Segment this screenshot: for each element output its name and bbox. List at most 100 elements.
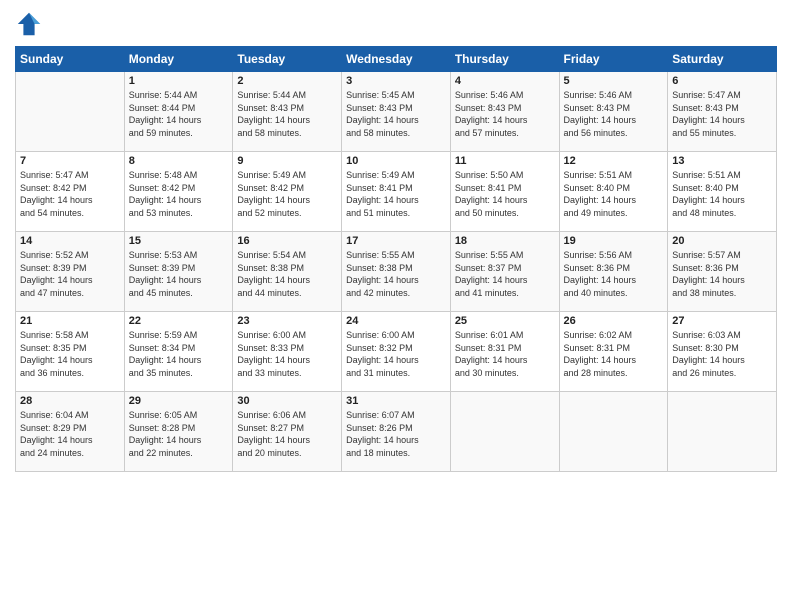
day-info: Sunrise: 6:05 AM Sunset: 8:28 PM Dayligh… — [129, 409, 229, 459]
day-number: 12 — [564, 155, 664, 167]
col-header-tuesday: Tuesday — [233, 47, 342, 72]
calendar-cell: 12 Sunrise: 5:51 AM Sunset: 8:40 PM Dayli… — [559, 152, 668, 232]
day-number: 17 — [346, 235, 446, 247]
col-header-friday: Friday — [559, 47, 668, 72]
day-info: Sunrise: 5:56 AM Sunset: 8:36 PM Dayligh… — [564, 249, 664, 299]
day-number: 22 — [129, 315, 229, 327]
day-number: 7 — [20, 155, 120, 167]
day-number: 15 — [129, 235, 229, 247]
header — [15, 10, 777, 38]
calendar-cell: 11 Sunrise: 5:50 AM Sunset: 8:41 PM Dayli… — [450, 152, 559, 232]
day-number: 13 — [672, 155, 772, 167]
day-number: 11 — [455, 155, 555, 167]
calendar-cell — [450, 392, 559, 472]
calendar-cell — [16, 72, 125, 152]
day-number: 3 — [346, 75, 446, 87]
calendar-cell: 27 Sunrise: 6:03 AM Sunset: 8:30 PM Dayli… — [668, 312, 777, 392]
calendar-cell: 30Sunrise: 6:06 AM Sunset: 8:27 PM Dayli… — [233, 392, 342, 472]
day-number: 5 — [564, 75, 664, 87]
col-header-wednesday: Wednesday — [342, 47, 451, 72]
calendar-cell: 14 Sunrise: 5:52 AM Sunset: 8:39 PM Dayli… — [16, 232, 125, 312]
day-info: Sunrise: 6:00 AM Sunset: 8:33 PM Dayligh… — [237, 329, 337, 379]
day-info: Sunrise: 5:59 AM Sunset: 8:34 PM Dayligh… — [129, 329, 229, 379]
calendar-cell: 1Sunrise: 5:44 AM Sunset: 8:44 PM Daylig… — [124, 72, 233, 152]
day-info: Sunrise: 5:48 AM Sunset: 8:42 PM Dayligh… — [129, 169, 229, 219]
calendar-cell: 23 Sunrise: 6:00 AM Sunset: 8:33 PM Dayli… — [233, 312, 342, 392]
day-number: 14 — [20, 235, 120, 247]
day-info: Sunrise: 5:46 AM Sunset: 8:43 PM Dayligh… — [564, 89, 664, 139]
day-info: Sunrise: 5:49 AM Sunset: 8:42 PM Dayligh… — [237, 169, 337, 219]
day-info: Sunrise: 5:55 AM Sunset: 8:37 PM Dayligh… — [455, 249, 555, 299]
day-number: 9 — [237, 155, 337, 167]
calendar-cell: 28 Sunrise: 6:04 AM Sunset: 8:29 PM Dayli… — [16, 392, 125, 472]
day-number: 23 — [237, 315, 337, 327]
calendar-cell: 15 Sunrise: 5:53 AM Sunset: 8:39 PM Dayli… — [124, 232, 233, 312]
day-number: 19 — [564, 235, 664, 247]
day-info: Sunrise: 5:52 AM Sunset: 8:39 PM Dayligh… — [20, 249, 120, 299]
calendar-cell: 29 Sunrise: 6:05 AM Sunset: 8:28 PM Dayli… — [124, 392, 233, 472]
calendar-cell: 19 Sunrise: 5:56 AM Sunset: 8:36 PM Dayli… — [559, 232, 668, 312]
logo — [15, 10, 45, 38]
day-number: 29 — [129, 395, 229, 407]
day-number: 20 — [672, 235, 772, 247]
day-info: Sunrise: 6:07 AM Sunset: 8:26 PM Dayligh… — [346, 409, 446, 459]
day-info: Sunrise: 5:54 AM Sunset: 8:38 PM Dayligh… — [237, 249, 337, 299]
day-number: 18 — [455, 235, 555, 247]
calendar-cell: 31 Sunrise: 6:07 AM Sunset: 8:26 PM Dayli… — [342, 392, 451, 472]
calendar-cell: 25Sunrise: 6:01 AM Sunset: 8:31 PM Dayli… — [450, 312, 559, 392]
day-number: 21 — [20, 315, 120, 327]
col-header-saturday: Saturday — [668, 47, 777, 72]
day-number: 4 — [455, 75, 555, 87]
calendar-cell: 7 Sunrise: 5:47 AM Sunset: 8:42 PM Daylig… — [16, 152, 125, 232]
calendar-cell: 26Sunrise: 6:02 AM Sunset: 8:31 PM Dayli… — [559, 312, 668, 392]
calendar-cell: 13 Sunrise: 5:51 AM Sunset: 8:40 PM Dayli… — [668, 152, 777, 232]
day-info: Sunrise: 6:04 AM Sunset: 8:29 PM Dayligh… — [20, 409, 120, 459]
calendar-cell — [559, 392, 668, 472]
calendar-cell: 3 Sunrise: 5:45 AM Sunset: 8:43 PM Daylig… — [342, 72, 451, 152]
day-info: Sunrise: 6:01 AM Sunset: 8:31 PM Dayligh… — [455, 329, 555, 379]
calendar-cell: 17Sunrise: 5:55 AM Sunset: 8:38 PM Dayli… — [342, 232, 451, 312]
day-info: Sunrise: 5:45 AM Sunset: 8:43 PM Dayligh… — [346, 89, 446, 139]
day-info: Sunrise: 5:44 AM Sunset: 8:43 PM Dayligh… — [237, 89, 337, 139]
day-number: 28 — [20, 395, 120, 407]
calendar-cell — [668, 392, 777, 472]
week-row-5: 28 Sunrise: 6:04 AM Sunset: 8:29 PM Dayli… — [16, 392, 777, 472]
day-number: 24 — [346, 315, 446, 327]
day-info: Sunrise: 5:47 AM Sunset: 8:43 PM Dayligh… — [672, 89, 772, 139]
day-number: 10 — [346, 155, 446, 167]
day-info: Sunrise: 5:58 AM Sunset: 8:35 PM Dayligh… — [20, 329, 120, 379]
calendar-cell: 24Sunrise: 6:00 AM Sunset: 8:32 PM Dayli… — [342, 312, 451, 392]
day-number: 1 — [129, 75, 229, 87]
day-info: Sunrise: 5:57 AM Sunset: 8:36 PM Dayligh… — [672, 249, 772, 299]
day-number: 8 — [129, 155, 229, 167]
day-info: Sunrise: 5:51 AM Sunset: 8:40 PM Dayligh… — [564, 169, 664, 219]
day-info: Sunrise: 5:47 AM Sunset: 8:42 PM Dayligh… — [20, 169, 120, 219]
calendar-cell: 4 Sunrise: 5:46 AM Sunset: 8:43 PM Daylig… — [450, 72, 559, 152]
day-info: Sunrise: 5:53 AM Sunset: 8:39 PM Dayligh… — [129, 249, 229, 299]
day-number: 27 — [672, 315, 772, 327]
calendar-cell: 20 Sunrise: 5:57 AM Sunset: 8:36 PM Dayli… — [668, 232, 777, 312]
day-info: Sunrise: 5:46 AM Sunset: 8:43 PM Dayligh… — [455, 89, 555, 139]
calendar-cell: 18 Sunrise: 5:55 AM Sunset: 8:37 PM Dayli… — [450, 232, 559, 312]
week-row-3: 14 Sunrise: 5:52 AM Sunset: 8:39 PM Dayli… — [16, 232, 777, 312]
calendar-cell: 10 Sunrise: 5:49 AM Sunset: 8:41 PM Dayli… — [342, 152, 451, 232]
day-info: Sunrise: 6:02 AM Sunset: 8:31 PM Dayligh… — [564, 329, 664, 379]
day-info: Sunrise: 5:49 AM Sunset: 8:41 PM Dayligh… — [346, 169, 446, 219]
week-row-4: 21 Sunrise: 5:58 AM Sunset: 8:35 PM Dayli… — [16, 312, 777, 392]
calendar-cell: 16 Sunrise: 5:54 AM Sunset: 8:38 PM Dayli… — [233, 232, 342, 312]
day-number: 2 — [237, 75, 337, 87]
day-number: 6 — [672, 75, 772, 87]
calendar-cell: 8 Sunrise: 5:48 AM Sunset: 8:42 PM Daylig… — [124, 152, 233, 232]
week-row-1: 1Sunrise: 5:44 AM Sunset: 8:44 PM Daylig… — [16, 72, 777, 152]
day-number: 31 — [346, 395, 446, 407]
day-info: Sunrise: 5:51 AM Sunset: 8:40 PM Dayligh… — [672, 169, 772, 219]
day-number: 16 — [237, 235, 337, 247]
calendar-table: SundayMondayTuesdayWednesdayThursdayFrid… — [15, 46, 777, 472]
col-header-sunday: Sunday — [16, 47, 125, 72]
calendar-cell: 21 Sunrise: 5:58 AM Sunset: 8:35 PM Dayli… — [16, 312, 125, 392]
col-header-monday: Monday — [124, 47, 233, 72]
day-info: Sunrise: 5:50 AM Sunset: 8:41 PM Dayligh… — [455, 169, 555, 219]
calendar-cell: 5 Sunrise: 5:46 AM Sunset: 8:43 PM Daylig… — [559, 72, 668, 152]
day-info: Sunrise: 6:03 AM Sunset: 8:30 PM Dayligh… — [672, 329, 772, 379]
day-info: Sunrise: 6:06 AM Sunset: 8:27 PM Dayligh… — [237, 409, 337, 459]
